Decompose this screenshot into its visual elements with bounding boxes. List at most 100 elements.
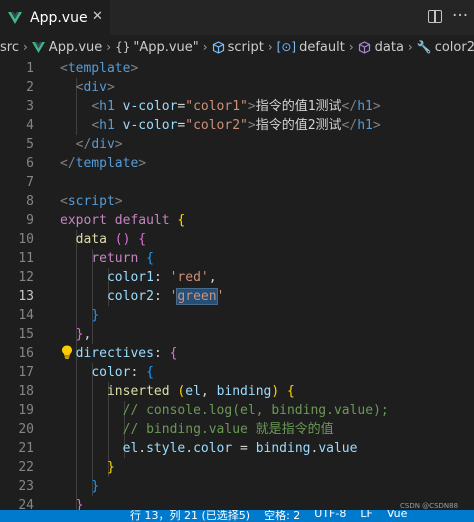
watermark: CSDN @CSDN88: [400, 502, 459, 510]
code-editor[interactable]: 1 <template> 2 <div> 3 <h1 v-color="color1"…: [0, 59, 474, 510]
line-number: 3: [26, 99, 34, 114]
breadcrumb-module[interactable]: {} "App.vue": [115, 40, 199, 55]
code-token: :: [153, 346, 170, 361]
line-number: 22: [18, 460, 34, 475]
code-line[interactable]: 12 color1: 'red',: [0, 268, 474, 287]
code-token: >: [372, 99, 381, 114]
code-text: <h1 v-color="color2">指令的值2测试</h1>: [60, 116, 380, 135]
code-token: <: [91, 118, 100, 133]
code-token: template: [67, 61, 131, 76]
breadcrumb-data[interactable]: data: [358, 40, 404, 55]
code-text: color2: 'green': [60, 287, 224, 306]
code-text: color1: 'red',: [60, 268, 217, 287]
code-text: inserted (el, binding) {: [60, 382, 295, 401]
breadcrumb-script[interactable]: script: [212, 40, 264, 55]
code-line[interactable]: 20 // binding.value 就是指令的值: [0, 420, 474, 439]
code-line[interactable]: 23 }: [0, 477, 474, 496]
code-line[interactable]: 3 <h1 v-color="color1">指令的值1测试</h1>: [0, 97, 474, 116]
code-token: {: [169, 346, 178, 361]
code-line[interactable]: 2 <div>: [0, 78, 474, 97]
code-line[interactable]: 15 },: [0, 325, 474, 344]
line-number: 1: [26, 61, 34, 76]
status-item[interactable]: 行 13，列 21 (已选择5): [130, 510, 250, 522]
code-line[interactable]: 5 </div>: [0, 135, 474, 154]
status-item[interactable]: UTF-8: [314, 510, 346, 522]
code-text: }: [60, 458, 115, 477]
code-token: </: [341, 118, 358, 133]
more-actions-icon[interactable]: ···: [452, 6, 468, 26]
code-token: el: [122, 441, 139, 456]
breadcrumb-separator: ›: [202, 40, 208, 54]
breadcrumb-src[interactable]: src: [0, 40, 19, 55]
code-line[interactable]: 10 data () {: [0, 230, 474, 249]
code-token: v-color: [122, 99, 178, 114]
code-line[interactable]: 21 el.style.color = binding.value: [0, 439, 474, 458]
line-number: 9: [26, 213, 34, 228]
code-token: }: [75, 498, 84, 510]
breadcrumb-separator: ›: [106, 40, 112, 54]
code-token: export: [60, 213, 107, 228]
code-token: div: [91, 137, 115, 152]
code-line[interactable]: 14 }: [0, 306, 474, 325]
code-line[interactable]: 22 }: [0, 458, 474, 477]
code-token: binding: [216, 384, 272, 399]
code-text: <script>: [60, 192, 123, 211]
code-token: default: [114, 213, 170, 228]
code-line[interactable]: 4 <h1 v-color="color2">指令的值2测试</h1>: [0, 116, 474, 135]
code-token: >: [247, 99, 256, 114]
breadcrumb-default[interactable]: [⊙] default: [277, 40, 345, 55]
code-text: el.style.color = binding.value: [60, 439, 358, 458]
code-token: binding: [255, 441, 311, 456]
close-icon[interactable]: ✕: [92, 9, 103, 24]
status-item[interactable]: 空格: 2: [264, 510, 300, 522]
code-line[interactable]: 19 // console.log(el, binding.value);: [0, 401, 474, 420]
code-text: color: {: [60, 363, 154, 382]
code-line[interactable]: 11 return {: [0, 249, 474, 268]
code-token: :: [153, 289, 170, 304]
code-line[interactable]: 16 directives: {: [0, 344, 474, 363]
tab-app-vue[interactable]: App.vue ✕: [0, 0, 110, 35]
code-token: "color1": [185, 99, 248, 114]
code-text: </template>: [60, 154, 146, 173]
code-token: h1: [357, 118, 373, 133]
status-item[interactable]: Vue: [387, 510, 408, 522]
code-line[interactable]: 1 <template>: [0, 59, 474, 78]
code-line[interactable]: 9 export default {: [0, 211, 474, 230]
line-number: 14: [18, 308, 34, 323]
code-line[interactable]: 17 color: {: [0, 363, 474, 382]
code-line[interactable]: 13 color2: 'green': [0, 287, 474, 306]
code-token: }: [91, 479, 100, 494]
breadcrumb-label: script: [227, 39, 264, 55]
code-token: style: [146, 441, 186, 456]
code-line[interactable]: 8 <script>: [0, 192, 474, 211]
split-editor-icon[interactable]: [428, 10, 442, 23]
status-item[interactable]: LF: [360, 510, 372, 522]
code-line[interactable]: 18 inserted (el, binding) {: [0, 382, 474, 401]
code-token: {: [146, 251, 154, 266]
breadcrumb-label: App.vue: [48, 39, 103, 55]
code-token: >: [114, 137, 123, 152]
breadcrumb-file[interactable]: App.vue: [31, 39, 103, 55]
code-token: :: [153, 270, 170, 285]
breadcrumb-label: data: [374, 39, 404, 55]
code-line[interactable]: 7: [0, 173, 474, 192]
status-bar: 行 13，列 21 (已选择5) 空格: 2 UTF-8 LF Vue: [0, 510, 474, 522]
code-line[interactable]: 6 </template>: [0, 154, 474, 173]
code-token: inserted: [106, 384, 170, 399]
line-number: 8: [26, 194, 34, 209]
breadcrumb-color2[interactable]: 🔧 color2: [417, 40, 474, 55]
code-token: <: [60, 194, 68, 209]
code-text: // console.log(el, binding.value);: [60, 401, 389, 420]
code-text: <template>: [60, 59, 138, 78]
